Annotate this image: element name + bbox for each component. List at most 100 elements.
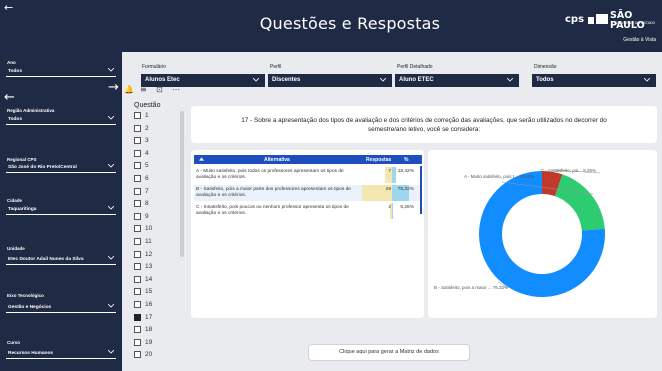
- donut-slice[interactable]: [554, 174, 605, 231]
- cps-logo: cps: [565, 14, 585, 25]
- checkbox-icon[interactable]: [134, 275, 141, 283]
- questao-item[interactable]: 9: [134, 212, 149, 220]
- filter-select-ano[interactable]: Todos: [6, 66, 116, 77]
- table-header: Alternativa Respostas %: [194, 155, 422, 164]
- table-row[interactable]: C - Insatisfeito, pois poucos ou nenhum …: [194, 203, 422, 219]
- questao-item[interactable]: 1: [134, 112, 149, 119]
- dimensao-select[interactable]: Todos: [532, 74, 656, 87]
- next-page-icon[interactable]: →: [108, 80, 119, 95]
- questao-item-label: 5: [145, 162, 149, 170]
- filter-value-regional: São José do Rio Preto/Central: [8, 165, 77, 170]
- questao-scrollbar[interactable]: [180, 111, 184, 257]
- filter-select-curso[interactable]: Recursos Humanos: [6, 348, 116, 359]
- questao-item-label: 13: [145, 263, 153, 271]
- questao-item[interactable]: 19: [134, 338, 152, 346]
- focus-mode-icon[interactable]: ⊡: [156, 86, 164, 94]
- pct-data-bar: [392, 203, 394, 219]
- checkbox-icon[interactable]: [134, 149, 141, 157]
- more-options-icon[interactable]: ⋯: [172, 86, 180, 94]
- questao-item[interactable]: 2: [134, 124, 149, 132]
- questao-item[interactable]: 15: [134, 288, 152, 296]
- question-text: 17 - Sobre a apresentação dos tipos de a…: [241, 117, 607, 133]
- questao-item[interactable]: 20: [134, 351, 152, 359]
- perfil-select[interactable]: Discentes: [268, 74, 392, 87]
- checkbox-icon[interactable]: [134, 338, 141, 346]
- chevron-down-icon: [507, 78, 513, 82]
- pin-icon[interactable]: 🔔: [124, 86, 134, 94]
- question-card: 17 - Sobre a apresentação dos tipos de a…: [191, 106, 657, 143]
- questao-item[interactable]: 3: [134, 137, 149, 145]
- filter-select-regional[interactable]: São José do Rio Preto/Central: [6, 162, 116, 173]
- cell-respostas: 7: [388, 169, 391, 174]
- checkbox-icon[interactable]: [134, 200, 141, 208]
- dimensao-label: Dimensão: [534, 64, 557, 70]
- questao-item[interactable]: 14: [134, 275, 152, 283]
- chevron-down-icon: [108, 206, 114, 210]
- filter-select-regiao[interactable]: Todos: [6, 114, 116, 125]
- checkbox-icon[interactable]: [134, 212, 141, 220]
- questao-item-label: 17: [145, 313, 153, 321]
- cell-alternativa: A - Muito satisfeito, pois todos os prof…: [196, 169, 344, 180]
- donut-chart: C - Insatisfeito, poi... 5,26% A - Muito …: [434, 168, 605, 297]
- questao-item-label: 12: [145, 250, 153, 258]
- checkbox-icon[interactable]: [134, 326, 141, 334]
- questao-item[interactable]: 17: [134, 313, 153, 321]
- back-icon[interactable]: ←: [4, 2, 16, 14]
- header-alternativa[interactable]: Alternativa: [264, 157, 290, 163]
- header-respostas[interactable]: Respostas: [366, 157, 391, 163]
- filter-select-unidade[interactable]: Etec Doutor Adail Nunes da Silva: [6, 254, 116, 265]
- checkbox-icon[interactable]: [134, 124, 141, 132]
- questao-item[interactable]: 8: [134, 200, 149, 208]
- header-pct[interactable]: %: [404, 157, 408, 163]
- questao-item[interactable]: 6: [134, 175, 149, 182]
- checkbox-icon[interactable]: [134, 175, 141, 182]
- cell-alternativa: B - Satisfeito, pois a maior parte dos p…: [196, 187, 351, 198]
- checkbox-icon[interactable]: [134, 112, 141, 119]
- questao-item-label: 1: [145, 112, 149, 119]
- questao-item[interactable]: 11: [134, 238, 152, 245]
- questao-item[interactable]: 12: [134, 250, 153, 258]
- checkbox-icon[interactable]: [134, 187, 141, 195]
- filter-select-cidade[interactable]: Taquaritinga: [6, 204, 116, 215]
- questao-item[interactable]: 10: [134, 225, 152, 233]
- cell-alternativa: C - Insatisfeito, pois poucos ou nenhum …: [196, 205, 349, 216]
- questao-item-label: 18: [145, 326, 153, 334]
- checkbox-icon[interactable]: [134, 238, 141, 245]
- questao-item[interactable]: 4: [134, 149, 149, 157]
- chevron-down-icon: [108, 304, 114, 308]
- questao-item[interactable]: 18: [134, 326, 153, 334]
- table-scrollbar[interactable]: [420, 166, 422, 214]
- previous-page-icon[interactable]: ←: [4, 90, 15, 105]
- perfil-detalhado-label: Perfil Detalhado: [397, 64, 433, 70]
- checkbox-icon[interactable]: [134, 162, 141, 170]
- filter-label-eixo: Eixo Tecnológico: [7, 293, 44, 298]
- chevron-down-icon: [108, 164, 114, 168]
- checkbox-icon[interactable]: [134, 225, 141, 233]
- perfil-detalhado-value: Aluno ETEC: [399, 77, 434, 83]
- filter-select-eixo[interactable]: Gestão e Negócios: [6, 302, 116, 313]
- filter-label-curso: Curso: [7, 340, 21, 345]
- questao-item[interactable]: 5: [134, 162, 149, 170]
- sort-up-icon[interactable]: [199, 157, 204, 161]
- perfil-value: Discentes: [272, 77, 301, 83]
- questao-item[interactable]: 16: [134, 301, 152, 308]
- checkbox-icon[interactable]: [134, 250, 141, 258]
- cell-respostas: 2: [388, 205, 391, 210]
- generate-matrix-button[interactable]: Clique aqui para gerar a Matriz de dados: [308, 344, 470, 361]
- filter-icon[interactable]: ≡: [140, 86, 148, 94]
- checkbox-icon[interactable]: [134, 351, 141, 359]
- slice-label: C - Insatisfeito, poi... 5,26%: [541, 168, 596, 173]
- questao-item-label: 7: [145, 187, 149, 195]
- checkbox-icon[interactable]: [134, 137, 141, 145]
- questao-item[interactable]: 7: [134, 187, 149, 195]
- perfil-detalhado-select[interactable]: Aluno ETEC: [395, 74, 519, 87]
- chevron-down-icon: [644, 78, 650, 82]
- questao-item[interactable]: 13: [134, 263, 153, 271]
- checkbox-icon[interactable]: [134, 313, 141, 321]
- checkbox-icon[interactable]: [134, 301, 141, 308]
- checkbox-icon[interactable]: [134, 288, 141, 296]
- checkbox-icon[interactable]: [134, 263, 141, 271]
- table-row[interactable]: A - Muito satisfeito, pois todos os prof…: [194, 167, 422, 183]
- cell-pct: 18,42%: [397, 169, 414, 174]
- table-row[interactable]: B - Satisfeito, pois a maior parte dos p…: [194, 185, 422, 201]
